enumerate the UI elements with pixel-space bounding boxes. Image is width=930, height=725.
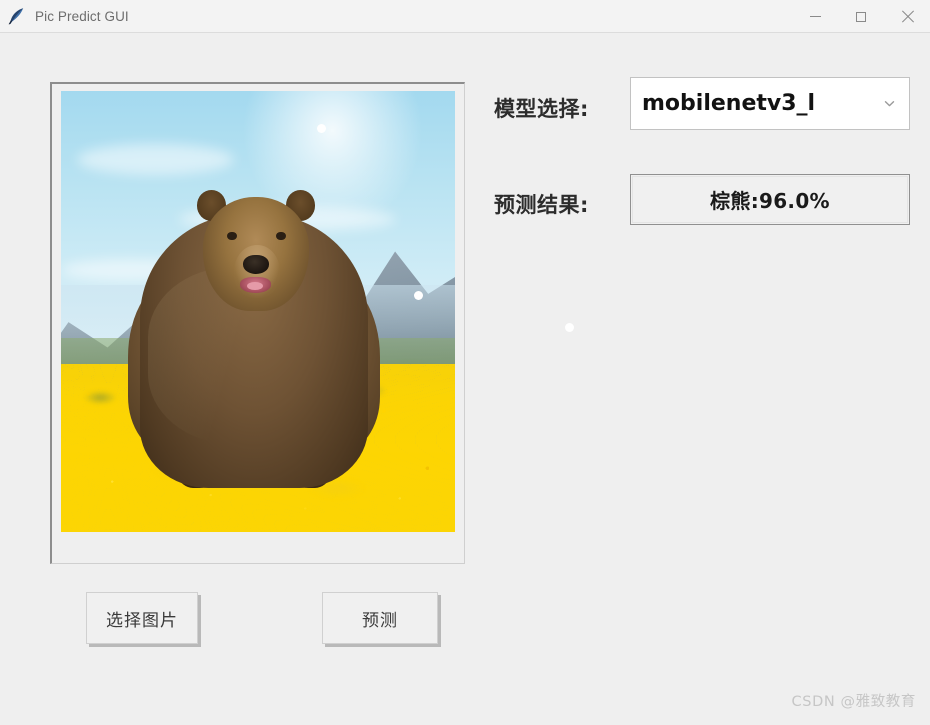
title-bar: Pic Predict GUI [0,0,930,33]
select-image-button[interactable]: 选择图片 [86,592,198,644]
client-area: 模型选择: mobilenetv3_l 预测结果: 棕熊:96.0% 选择图片 … [0,34,930,725]
prediction-result-value: 棕熊:96.0% [710,189,830,213]
feather-icon [6,5,28,27]
bear-nose [243,255,270,274]
bear-eye-right [276,232,286,241]
prediction-result-box: 棕熊:96.0% [630,174,910,225]
window-title: Pic Predict GUI [35,8,129,24]
cursor-artifact-dot [317,124,326,133]
watermark: CSDN @雅致教育 [791,694,916,710]
cursor-artifact-dot [414,291,423,300]
cursor-artifact-dot [565,323,574,332]
predict-button[interactable]: 预测 [322,592,438,644]
model-select-combobox[interactable]: mobilenetv3_l [630,77,910,130]
prediction-result-label: 预测结果: [494,193,589,217]
window-controls [792,0,930,33]
minimize-icon [809,16,821,17]
model-select-label: 模型选择: [494,97,589,121]
model-select-value: mobilenetv3_l [642,91,816,116]
cloud-wisp [76,143,235,175]
maximize-button[interactable] [838,0,884,33]
close-button[interactable] [884,0,930,33]
image-preview-frame [50,82,465,564]
app-window: Pic Predict GUI 模型选择: mobilenetv3_l 预测结果… [0,0,930,725]
chevron-down-icon [883,97,896,110]
bear-tongue [246,281,263,290]
close-icon [901,10,914,23]
minimize-button[interactable] [792,0,838,33]
bear-photo [61,91,455,532]
maximize-icon [856,11,866,22]
